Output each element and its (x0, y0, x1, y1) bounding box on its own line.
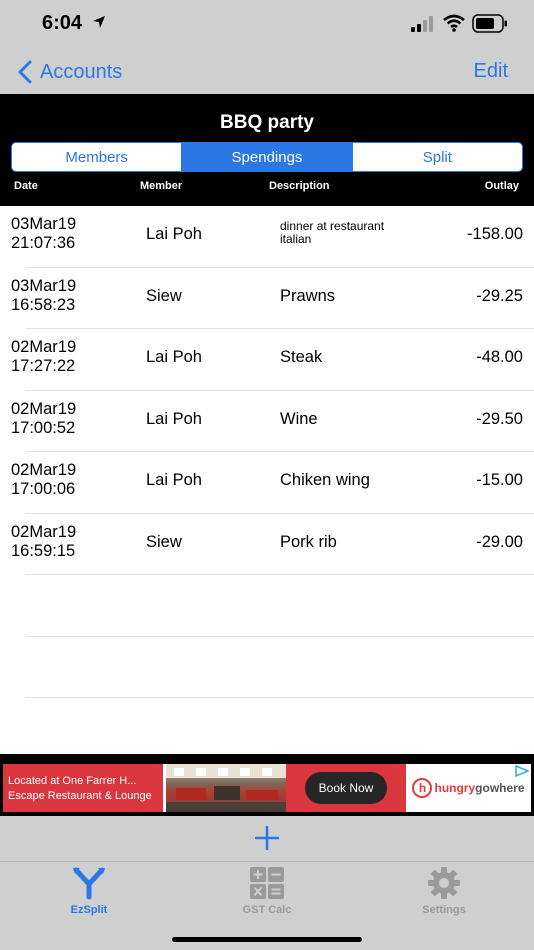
spending-row[interactable]: 02Mar19 17:27:22 Lai Poh Steak -48.00 (11, 329, 534, 391)
spending-row[interactable]: 02Mar19 17:00:06 Lai Poh Chiken wing -15… (11, 452, 534, 514)
calculator-icon (250, 867, 284, 899)
ad-cta-area: Book Now (286, 764, 406, 812)
tab-label: Settings (422, 904, 466, 916)
ad-restaurant-image (166, 764, 286, 812)
chevron-left-icon (18, 60, 32, 84)
row-member: Siew (146, 286, 182, 305)
row-datetime: 02Mar19 17:27:22 (11, 338, 121, 376)
column-header-date: Date (14, 180, 38, 192)
row-date: 03Mar19 (11, 276, 77, 295)
page-title: BBQ party (220, 112, 314, 133)
row-description: Wine (280, 409, 318, 428)
row-time: 16:58:23 (11, 295, 76, 314)
row-date: 02Mar19 (11, 338, 77, 356)
column-header-description: Description (269, 180, 330, 192)
tab-label: GST Calc (242, 904, 292, 916)
segmented-control: Members Spendings Split (11, 142, 523, 172)
adchoices-icon[interactable] (515, 765, 529, 777)
row-outlay: -15.00 (476, 471, 523, 489)
location-arrow-icon (93, 16, 105, 28)
ad-banner[interactable]: Located at One Farrer H... Escape Restau… (0, 754, 534, 816)
row-date: 02Mar19 (11, 461, 77, 479)
tab-ezsplit[interactable]: EzSplit (29, 866, 149, 916)
row-time: 17:00:52 (11, 418, 76, 437)
row-datetime: 02Mar19 16:59:15 (11, 523, 121, 561)
battery-icon (472, 14, 507, 33)
row-date: 02Mar19 (11, 399, 77, 418)
row-time: 17:00:06 (11, 480, 76, 498)
segment-split[interactable]: Split (353, 143, 522, 171)
restaurant-photo-graphic (166, 764, 286, 812)
row-date: 03Mar19 (11, 215, 77, 233)
row-datetime: 02Mar19 17:00:52 (11, 400, 121, 438)
spending-row[interactable]: 02Mar19 16:59:15 Siew Pork rib -29.00 (11, 514, 534, 575)
row-description: Chiken wing (280, 471, 370, 489)
row-outlay: -29.50 (476, 409, 523, 428)
row-date: 02Mar19 (11, 522, 77, 541)
home-indicator (172, 937, 362, 942)
status-time: 6:04 (42, 12, 83, 34)
back-button-label: Accounts (40, 60, 123, 83)
empty-row (26, 637, 534, 698)
hungrygowhere-logo: h hungry gowhere (412, 778, 525, 798)
ad-content[interactable]: Located at One Farrer H... Escape Restau… (3, 764, 531, 812)
row-description: dinner at restaurant italian (280, 219, 385, 246)
row-description: Pork rib (280, 532, 337, 551)
spending-row[interactable]: 03Mar19 16:58:23 Siew Prawns -29.25 (11, 268, 534, 329)
ad-brand-area: h hungry gowhere (406, 764, 531, 812)
row-member: Lai Poh (146, 348, 202, 366)
add-toolbar (0, 816, 534, 862)
column-header-member: Member (140, 180, 183, 192)
column-header-outlay: Outlay (484, 180, 519, 192)
spending-row[interactable]: 03Mar19 21:07:36 Lai Poh dinner at resta… (11, 206, 534, 268)
edit-button[interactable]: Edit (474, 60, 508, 83)
row-description: Steak (280, 348, 323, 366)
row-member: Lai Poh (146, 225, 202, 243)
spendings-list: 03Mar19 21:07:36 Lai Poh dinner at resta… (0, 206, 534, 698)
row-time: 21:07:36 (11, 234, 76, 252)
row-datetime: 03Mar19 21:07:36 (11, 215, 121, 253)
tab-label: EzSplit (70, 904, 108, 916)
gear-icon (428, 867, 460, 899)
row-time: 17:27:22 (11, 357, 76, 375)
row-time: 16:59:15 (11, 541, 76, 560)
ad-line-2: Escape Restaurant & Lounge (8, 790, 152, 802)
cellular-signal-icon (411, 16, 433, 32)
row-outlay: -29.00 (476, 532, 523, 551)
wifi-icon (443, 14, 465, 32)
tab-settings[interactable]: Settings (384, 866, 504, 916)
tab-gst-calc[interactable]: GST Calc (207, 866, 327, 916)
row-outlay: -48.00 (476, 348, 523, 366)
segment-spendings[interactable]: Spendings (182, 143, 353, 171)
ad-text: Located at One Farrer H... Escape Restau… (3, 764, 163, 812)
ad-line-1: Located at One Farrer H... (8, 775, 137, 787)
ezsplit-icon (73, 867, 105, 900)
book-now-button[interactable]: Book Now (304, 772, 388, 804)
row-member: Lai Poh (146, 409, 202, 428)
row-member: Lai Poh (146, 471, 202, 489)
back-button[interactable]: Accounts (16, 58, 122, 86)
navigation-bar: 6:04 Accounts Edit (0, 0, 534, 94)
row-datetime: 02Mar19 17:00:06 (11, 461, 121, 499)
add-spending-button[interactable] (255, 826, 279, 850)
brand-mark-icon: h (412, 778, 433, 798)
row-datetime: 03Mar19 16:58:23 (11, 277, 121, 315)
spending-row[interactable]: 02Mar19 17:00:52 Lai Poh Wine -29.50 (11, 391, 534, 452)
row-outlay: -158.00 (467, 225, 523, 243)
account-header: BBQ party Members Spendings Split Date M… (0, 94, 534, 206)
row-description: Prawns (280, 286, 336, 305)
row-member: Siew (146, 532, 182, 551)
row-outlay: -29.25 (476, 286, 523, 305)
segment-members[interactable]: Members (12, 143, 183, 171)
empty-row (26, 575, 534, 637)
